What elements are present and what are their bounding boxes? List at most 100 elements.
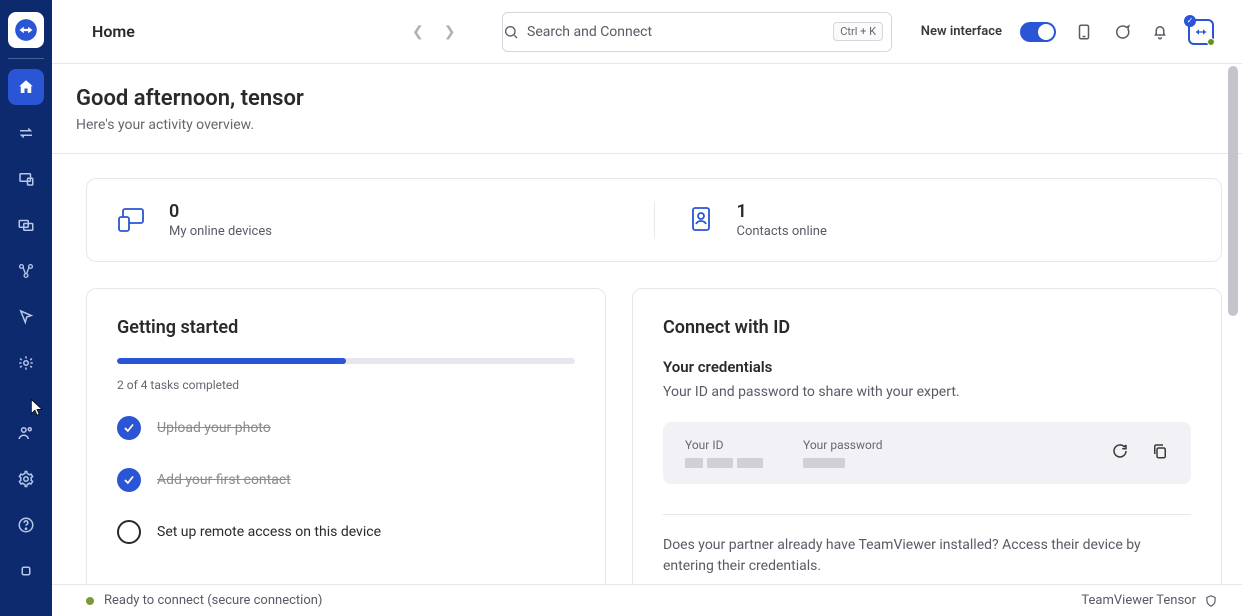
topbar: Home ❮ ❯ Search and Connect Ctrl + K New… bbox=[52, 0, 1242, 64]
sidebar-item-assist[interactable] bbox=[8, 345, 44, 381]
connection-status-badge[interactable]: ✓ bbox=[1188, 19, 1214, 45]
your-password-field: Your password bbox=[803, 438, 883, 468]
cube-icon bbox=[17, 562, 35, 580]
stat-contacts[interactable]: 1 Contacts online bbox=[654, 201, 1222, 239]
help-icon bbox=[17, 516, 35, 534]
copy-icon bbox=[1151, 442, 1169, 460]
logo-small-icon bbox=[1193, 24, 1209, 40]
main-content: Good afternoon, tensor Here's your activ… bbox=[52, 64, 1242, 584]
status-dot-icon bbox=[86, 597, 94, 605]
task-upload-photo[interactable]: Upload your photo bbox=[117, 416, 575, 440]
task-remote-access[interactable]: Set up remote access on this device bbox=[117, 520, 575, 544]
bell-icon bbox=[1151, 23, 1169, 41]
refresh-icon bbox=[1111, 442, 1129, 460]
gear-outline-icon bbox=[17, 354, 35, 372]
online-dot-icon bbox=[1207, 38, 1215, 46]
sidebar-item-devices[interactable] bbox=[8, 161, 44, 197]
sidebar-item-home[interactable] bbox=[8, 69, 44, 105]
topbar-right: New interface ✓ bbox=[921, 19, 1214, 45]
status-text: Ready to connect (secure connection) bbox=[104, 593, 322, 608]
bell-icon-button[interactable] bbox=[1150, 22, 1170, 42]
product-name: TeamViewer Tensor bbox=[1081, 593, 1196, 608]
contacts-icon bbox=[685, 203, 719, 237]
connect-title: Connect with ID bbox=[663, 317, 1191, 338]
sidebar-item-more[interactable] bbox=[8, 553, 44, 589]
refresh-button[interactable] bbox=[1111, 442, 1129, 464]
credentials-desc: Your ID and password to share with your … bbox=[663, 384, 1191, 400]
sidebar-item-users[interactable] bbox=[8, 415, 44, 451]
greeting-text: Good afternoon, tensor bbox=[76, 86, 1242, 111]
header-block: Good afternoon, tensor Here's your activ… bbox=[52, 64, 1242, 154]
swap-icon bbox=[17, 124, 35, 142]
progress-fill bbox=[117, 358, 346, 364]
page-title: Home bbox=[92, 22, 135, 41]
copy-button[interactable] bbox=[1151, 442, 1169, 464]
search-placeholder: Search and Connect bbox=[527, 24, 652, 40]
chat-icon bbox=[1113, 23, 1131, 41]
nav-arrows: ❮ ❯ bbox=[412, 24, 455, 40]
search-input[interactable]: Search and Connect Ctrl + K bbox=[502, 12, 892, 52]
gear-icon bbox=[17, 470, 35, 488]
sidebar-divider bbox=[8, 58, 44, 59]
home-icon bbox=[17, 78, 35, 96]
sidebar-item-ticket[interactable] bbox=[8, 299, 44, 335]
scrollbar-thumb[interactable] bbox=[1228, 66, 1238, 316]
search-shortcut: Ctrl + K bbox=[833, 22, 883, 41]
credentials-subtitle: Your credentials bbox=[663, 358, 1191, 376]
credentials-box: Your ID Your password bbox=[663, 422, 1191, 484]
devices-icon bbox=[117, 203, 151, 237]
screens-icon bbox=[17, 216, 35, 234]
sidebar-item-settings[interactable] bbox=[8, 461, 44, 497]
overview-subtitle: Here's your activity overview. bbox=[76, 117, 1242, 133]
monitor-icon bbox=[17, 170, 35, 188]
app-logo bbox=[8, 12, 44, 48]
device-icon-button[interactable] bbox=[1074, 22, 1094, 42]
sidebar-item-workflow[interactable] bbox=[8, 253, 44, 289]
check-icon bbox=[117, 416, 141, 440]
partner-text: Does your partner already have TeamViewe… bbox=[663, 535, 1191, 577]
chat-icon-button[interactable] bbox=[1112, 22, 1132, 42]
divider bbox=[663, 514, 1191, 515]
your-password-label: Your password bbox=[803, 438, 883, 452]
new-interface-label: New interface bbox=[921, 24, 1002, 39]
check-icon bbox=[117, 468, 141, 492]
stat-devices[interactable]: 0 My online devices bbox=[87, 201, 654, 239]
users-icon bbox=[17, 424, 35, 442]
sidebar-item-remote-mgmt[interactable] bbox=[8, 207, 44, 243]
your-id-field: Your ID bbox=[685, 438, 763, 468]
statusbar-right: TeamViewer Tensor bbox=[1081, 593, 1218, 608]
task-label: Add your first contact bbox=[157, 472, 291, 488]
getting-started-panel: Getting started 2 of 4 tasks completed U… bbox=[86, 288, 606, 584]
getting-started-title: Getting started bbox=[117, 317, 575, 338]
tasks-counter: 2 of 4 tasks completed bbox=[117, 378, 575, 392]
your-id-label: Your ID bbox=[685, 438, 763, 452]
contacts-label: Contacts online bbox=[737, 224, 827, 239]
circle-icon bbox=[117, 520, 141, 544]
task-add-contact[interactable]: Add your first contact bbox=[117, 468, 575, 492]
sidebar-item-help[interactable] bbox=[8, 507, 44, 543]
connect-panel: Connect with ID Your credentials Your ID… bbox=[632, 288, 1222, 584]
task-label: Set up remote access on this device bbox=[157, 524, 381, 540]
tablet-icon bbox=[1075, 23, 1093, 41]
devices-label: My online devices bbox=[169, 224, 272, 239]
statusbar: Ready to connect (secure connection) Tea… bbox=[52, 584, 1242, 616]
teamviewer-icon bbox=[13, 17, 39, 43]
credential-actions bbox=[1111, 442, 1169, 464]
nav-forward-icon[interactable]: ❯ bbox=[444, 24, 456, 40]
stats-card: 0 My online devices 1 Contacts online bbox=[86, 178, 1222, 262]
progress-bar bbox=[117, 358, 575, 364]
new-interface-toggle[interactable] bbox=[1020, 22, 1056, 42]
ticket-icon bbox=[17, 308, 35, 326]
your-password-value bbox=[803, 458, 883, 468]
your-id-value bbox=[685, 458, 763, 468]
sidebar bbox=[0, 0, 52, 616]
shield-check-icon: ✓ bbox=[1184, 15, 1196, 27]
workflow-icon bbox=[17, 262, 35, 280]
contacts-count: 1 bbox=[737, 201, 827, 222]
search-icon bbox=[503, 24, 519, 40]
task-label: Upload your photo bbox=[157, 420, 271, 436]
devices-count: 0 bbox=[169, 201, 272, 222]
sidebar-item-sessions[interactable] bbox=[8, 115, 44, 151]
nav-back-icon[interactable]: ❮ bbox=[412, 24, 424, 40]
shield-icon bbox=[1204, 594, 1218, 608]
